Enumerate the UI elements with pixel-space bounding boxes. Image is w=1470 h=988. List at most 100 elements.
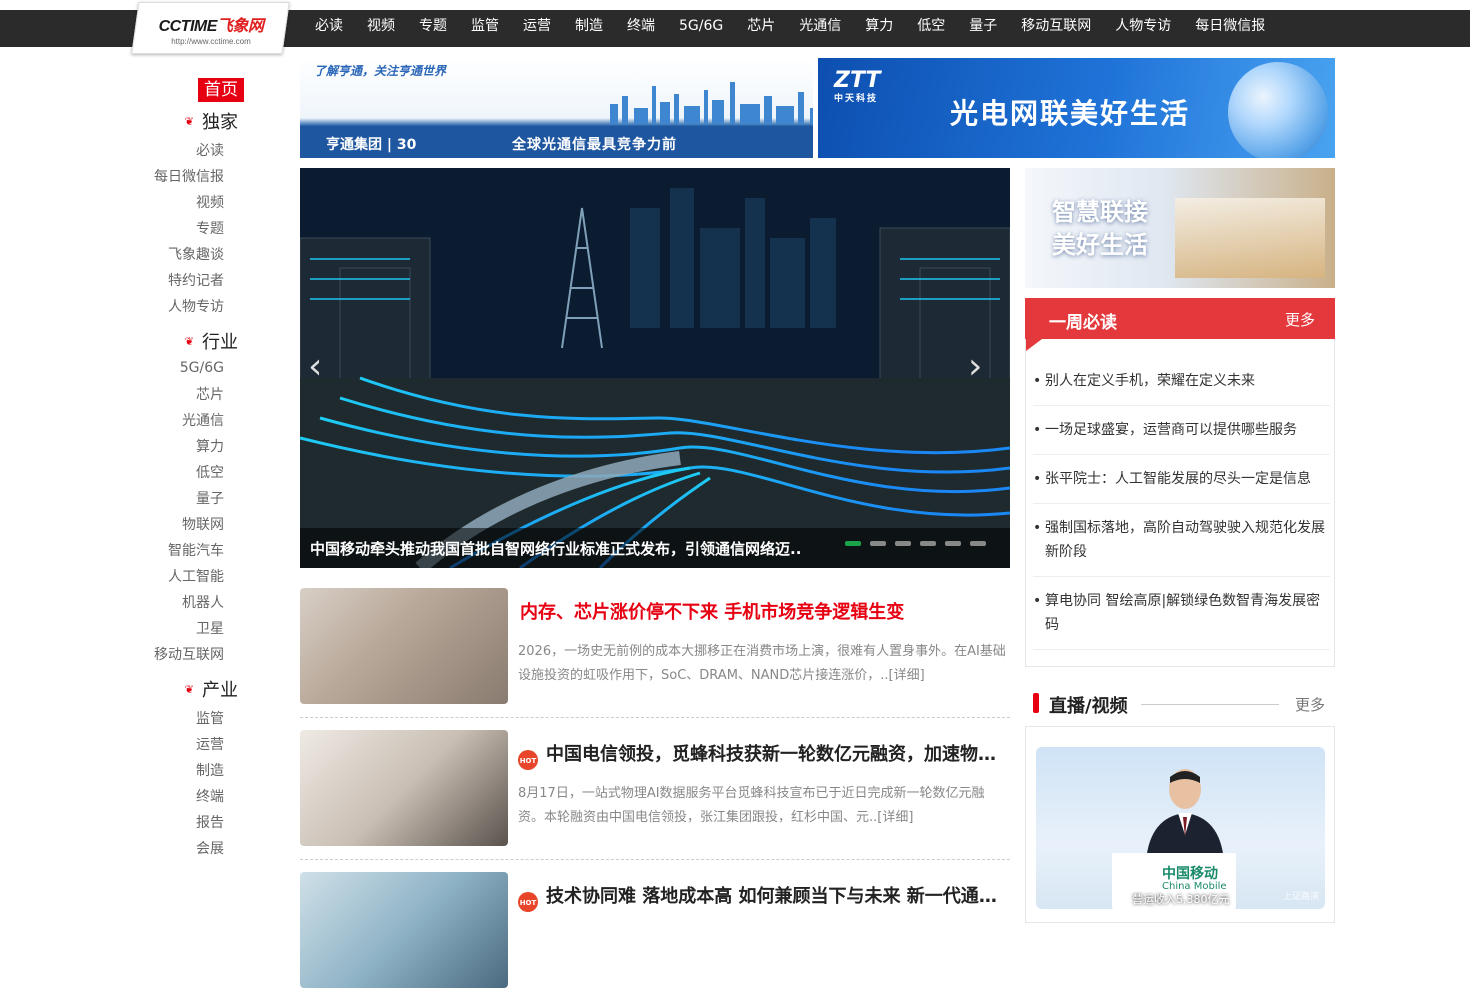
ztt-banner-ad[interactable]: ZTT 中天科技 光电网联美好生活 <box>818 58 1335 158</box>
sidebar-item[interactable]: 会展 <box>196 838 224 858</box>
carousel-next-arrow[interactable]: › <box>968 346 982 387</box>
sidebar-item[interactable]: 飞象趣谈 <box>168 244 224 264</box>
sidebar-item[interactable]: 智能汽车 <box>168 540 224 560</box>
sidebar-item[interactable]: 必读 <box>196 140 224 160</box>
news-title[interactable]: HOT 技术协同难 落地成本高 如何兼顾当下与未来 新一代通信网络 <box>518 882 1008 912</box>
sidebar-item[interactable]: 移动互联网 <box>154 644 224 664</box>
logo-cn: 飞象网 <box>216 18 264 35</box>
sidebar-item[interactable]: 每日微信报 <box>154 166 224 186</box>
nav-item[interactable]: 5G/6G <box>667 10 735 47</box>
hero-carousel[interactable]: ‹ › 中国移动牵头推动我国首批自智网络行业标准正式发布，引领通信网络迈.. <box>300 168 1010 568</box>
weekly-title: 一周必读 <box>1049 313 1117 333</box>
sidebar-item[interactable]: 量子 <box>196 488 224 508</box>
video-caption: 营运收入5,380亿元 <box>1132 893 1230 906</box>
city-skyline-graphic <box>610 82 813 124</box>
nav-item[interactable]: 移动互联网 <box>1009 10 1103 47</box>
carousel-dot[interactable] <box>970 541 986 546</box>
news-title-text[interactable]: 技术协同难 落地成本高 如何兼顾当下与未来 新一代通信网络 <box>546 886 1008 907</box>
site-logo[interactable]: CCTIME飞象网 http://www.cctime.com <box>131 2 290 54</box>
globe-graphic <box>1228 62 1328 158</box>
sidebar-section[interactable]: ❦ 行业 <box>185 328 238 354</box>
nav-item[interactable]: 必读 <box>303 10 355 47</box>
ad-tagline: 全球光通信最具竞争力前 <box>512 137 677 153</box>
sidebar-section[interactable]: ❦ 独家 <box>185 108 238 134</box>
sidebar-item[interactable]: 专题 <box>196 218 224 238</box>
sidebar-item[interactable]: 卫星 <box>196 618 224 638</box>
live-video-thumbnail[interactable]: 中国移动 China Mobile 营运收入5,380亿元 上证路演 <box>1036 747 1325 909</box>
news-summary: 8月17日，一站式物理AI数据服务平台觅蜂科技宣布已于近日完成新一轮数亿元融资。… <box>518 786 985 825</box>
sidebar-item[interactable]: 机器人 <box>182 592 224 612</box>
carousel-dot[interactable] <box>845 541 861 546</box>
nav-item[interactable]: 算力 <box>853 10 905 47</box>
sidebar-item[interactable]: 制造 <box>196 760 224 780</box>
section-title: 产业 <box>202 680 238 701</box>
news-thumbnail[interactable] <box>300 730 508 846</box>
sidebar-item[interactable]: 光通信 <box>182 410 224 430</box>
divider <box>1141 704 1279 705</box>
ad-line-2: 美好生活 <box>1052 231 1148 259</box>
carousel-dot[interactable] <box>945 541 961 546</box>
carousel-dot[interactable] <box>920 541 936 546</box>
carousel-dot[interactable] <box>895 541 911 546</box>
sidebar-item[interactable]: 物联网 <box>182 514 224 534</box>
section-icon: ❦ <box>184 334 194 348</box>
news-title[interactable]: 内存、芯片涨价停不下来 手机市场竞争逻辑生变 <box>520 598 1010 624</box>
sidebar-item[interactable]: 终端 <box>196 786 224 806</box>
hot-icon: HOT <box>518 750 538 770</box>
nav-item[interactable]: 低空 <box>905 10 957 47</box>
nav-item[interactable]: 制造 <box>563 10 615 47</box>
sidebar-item[interactable]: 人物专访 <box>168 296 224 316</box>
sidebar-item[interactable]: 人工智能 <box>168 566 224 586</box>
ztt-cn-name: 中天科技 <box>834 94 879 104</box>
side-banner-ad[interactable]: 智慧联接 美好生活 <box>1025 168 1335 288</box>
nav-item[interactable]: 视频 <box>355 10 407 47</box>
weekly-item[interactable]: 张平院士：人工智能发展的尽头一定是信息 <box>1033 455 1330 504</box>
sidebar-item[interactable]: 芯片 <box>196 384 224 404</box>
live-video-header: 直播/视频 更多 <box>1033 692 1325 718</box>
ztt-logo: ZTT 中天科技 <box>834 68 881 104</box>
nav-item[interactable]: 终端 <box>615 10 667 47</box>
news-title[interactable]: HOT 中国电信领投，觅蜂科技获新一轮数亿元融资，加速物理AI数据服务 <box>518 740 1008 770</box>
news-title-text[interactable]: 中国电信领投，觅蜂科技获新一轮数亿元融资，加速物理AI数据服务 <box>546 744 1008 765</box>
hot-icon: HOT <box>518 892 538 912</box>
nav-item[interactable]: 每日微信报 <box>1183 10 1277 47</box>
sidebar-item[interactable]: 视频 <box>196 192 224 212</box>
carousel-dot[interactable] <box>870 541 886 546</box>
sidebar-item[interactable]: 5G/6G <box>180 360 224 376</box>
weekly-item[interactable]: 强制国标落地，高阶自动驾驶驶入规范化发展新阶段 <box>1033 504 1330 577</box>
live-video-box: 中国移动 China Mobile 营运收入5,380亿元 上证路演 <box>1025 726 1335 923</box>
nav-item[interactable]: 人物专访 <box>1103 10 1183 47</box>
carousel-prev-arrow[interactable]: ‹ <box>308 346 322 387</box>
carousel-caption[interactable]: 中国移动牵头推动我国首批自智网络行业标准正式发布，引领通信网络迈.. <box>310 538 801 559</box>
sidebar-item[interactable]: 低空 <box>196 462 224 482</box>
news-thumbnail[interactable] <box>300 872 508 988</box>
sidebar-item[interactable]: 报告 <box>196 812 224 832</box>
sidebar-item[interactable]: 监管 <box>196 708 224 728</box>
nav-item[interactable]: 芯片 <box>735 10 787 47</box>
section-title: 独家 <box>202 112 238 133</box>
sidebar-item[interactable]: 特约记者 <box>168 270 224 290</box>
sidebar-section[interactable]: ❦ 产业 <box>185 676 238 702</box>
weekly-item[interactable]: 一场足球盛宴，运营商可以提供哪些服务 <box>1033 406 1330 455</box>
section-title: 行业 <box>202 332 238 353</box>
hengtong-banner-ad[interactable]: 了解亨通，关注亨通世界 亨通集团 | 30 全球光通信最具竞争力前 <box>300 58 813 158</box>
weekly-item[interactable]: 算电协同 智绘高原|解锁绿色数智青海发展密码 <box>1033 577 1330 650</box>
logo-url: http://www.cctime.com <box>171 37 251 46</box>
live-more-link[interactable]: 更多 <box>1295 694 1325 715</box>
main-nav: 必读 视频 专题 监管 运营 制造 终端 5G/6G 芯片 光通信 算力 低空 量子 移动互联网 人物专访每… <box>303 10 1277 47</box>
nav-item[interactable]: 量子 <box>957 10 1009 47</box>
nav-item[interactable]: 光通信 <box>787 10 853 47</box>
weekly-more-link[interactable]: 更多 <box>1285 309 1315 330</box>
sidebar-item[interactable]: 运营 <box>196 734 224 754</box>
nav-item[interactable]: 运营 <box>511 10 563 47</box>
weekly-item[interactable]: 别人在定义手机，荣耀在定义未来 <box>1033 357 1330 406</box>
section-marker <box>1033 693 1039 713</box>
nav-item[interactable]: 专题 <box>407 10 459 47</box>
weekly-must-read-panel: 一周必读 更多 别人在定义手机，荣耀在定义未来一场足球盛宴，运营商可以提供哪些服… <box>1025 298 1335 667</box>
sidebar-home[interactable]: 首页 <box>198 78 244 102</box>
nav-item[interactable]: 监管 <box>459 10 511 47</box>
carousel-dots <box>845 541 995 546</box>
news-title-text[interactable]: 内存、芯片涨价停不下来 手机市场竞争逻辑生变 <box>520 602 904 623</box>
news-thumbnail[interactable] <box>300 588 508 704</box>
sidebar-item[interactable]: 算力 <box>196 436 224 456</box>
